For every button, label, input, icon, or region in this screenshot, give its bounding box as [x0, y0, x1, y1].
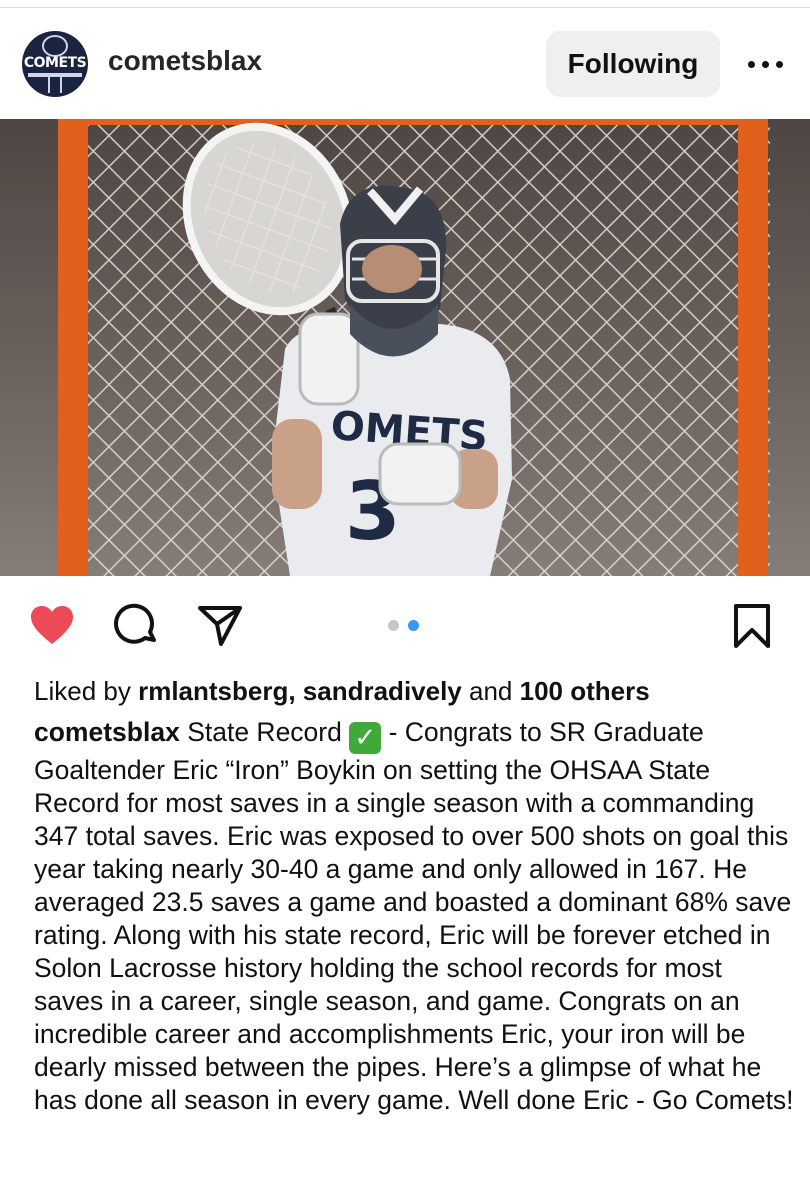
liker-username[interactable]: rmlantsberg: [138, 676, 288, 706]
caption-title: State Record: [179, 717, 350, 747]
check-mark-emoji-icon: ✓: [349, 722, 382, 754]
likes-separator: ,: [288, 676, 303, 706]
avatar-stripe-mark: [48, 77, 62, 93]
post-photo-illustration: OMETS 3: [0, 119, 810, 576]
username[interactable]: cometsblax: [108, 45, 262, 77]
liker-username[interactable]: sandradively: [303, 676, 462, 706]
post-caption: cometsblax State Record ✓ - Congrats to …: [34, 716, 794, 1117]
share-icon[interactable]: [196, 602, 244, 650]
likes-others-count[interactable]: 100 others: [520, 676, 650, 706]
carousel-dot-active: [408, 620, 419, 631]
avatar[interactable]: COMETS: [22, 31, 88, 97]
heart-icon[interactable]: [28, 602, 76, 650]
post-photo[interactable]: OMETS 3: [0, 119, 810, 576]
action-bar: [0, 576, 810, 676]
more-dot: [762, 61, 769, 68]
more-dot: [748, 61, 755, 68]
comment-icon[interactable]: [112, 602, 160, 650]
bookmark-icon[interactable]: [728, 602, 776, 650]
carousel-dot: [388, 620, 399, 631]
more-options-icon[interactable]: [744, 49, 788, 79]
caption-body: - Congrats to SR Graduate Goaltender Eri…: [34, 717, 794, 1115]
following-button[interactable]: Following: [546, 31, 720, 97]
top-divider: [0, 0, 810, 8]
avatar-ring-mark: [42, 35, 68, 57]
avatar-logo-text: COMETS: [23, 55, 87, 71]
carousel-indicator: [388, 620, 424, 632]
more-dot: [776, 61, 783, 68]
caption-username[interactable]: cometsblax: [34, 717, 180, 747]
likes-and: and: [461, 676, 520, 706]
post-header: COMETS cometsblax Following: [0, 9, 810, 119]
likes-line[interactable]: Liked by rmlantsberg, sandradively and 1…: [34, 676, 650, 707]
likes-prefix: Liked by: [34, 676, 139, 706]
